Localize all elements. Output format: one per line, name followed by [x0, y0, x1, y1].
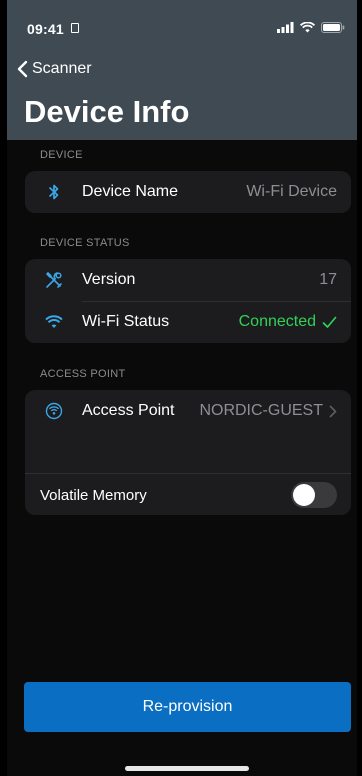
device-status-card: Version 17 Wi-Fi Status Connected: [25, 259, 351, 343]
back-button[interactable]: Scanner: [17, 60, 92, 78]
notification-icon: [71, 23, 79, 33]
reprovision-button[interactable]: Re-provision: [24, 682, 351, 732]
nav-header: 09:41 Scanner Device Info: [7, 0, 357, 140]
device-name-row: Device Name Wi-Fi Device: [25, 171, 351, 213]
tools-icon: [43, 269, 65, 291]
version-label: Version: [82, 271, 136, 288]
volatile-memory-row: Volatile Memory: [25, 474, 351, 515]
status-icons: [277, 22, 345, 33]
section-header-access-point: ACCESS POINT: [40, 368, 126, 380]
wifi-status-text: Connected: [238, 313, 316, 330]
section-header-device: DEVICE: [40, 149, 83, 161]
home-indicator[interactable]: [125, 766, 249, 771]
back-label: Scanner: [32, 60, 92, 77]
version-row: Version 17: [25, 259, 351, 301]
app-screen: 09:41 Scanner Device Info DEVICE Device …: [7, 0, 357, 776]
chevron-left-icon: [17, 60, 28, 78]
device-name-label: Device Name: [82, 183, 179, 200]
bluetooth-icon: [43, 181, 65, 203]
wifi-status-label: Wi-Fi Status: [82, 313, 170, 330]
wifi-status-value: Connected: [239, 313, 337, 331]
device-name-value: Wi-Fi Device: [246, 183, 337, 200]
access-point-text: NORDIC-GUEST: [199, 402, 323, 419]
version-value: 17: [319, 271, 337, 288]
battery-icon: [321, 22, 345, 33]
wifi-icon: [300, 22, 315, 33]
wifi-icon: [43, 311, 65, 333]
access-point-card: Access Point NORDIC-GUEST Volatile Memor…: [25, 390, 351, 515]
signal-icon: [277, 22, 294, 33]
chevron-right-icon: [329, 405, 337, 417]
status-time: 09:41: [27, 21, 64, 37]
section-header-device-status: DEVICE STATUS: [40, 237, 130, 249]
wifi-status-row: Wi-Fi Status Connected: [25, 301, 351, 343]
volatile-memory-label: Volatile Memory: [40, 486, 147, 504]
access-point-row[interactable]: Access Point NORDIC-GUEST: [25, 390, 351, 432]
access-point-value: NORDIC-GUEST: [199, 402, 337, 420]
page-title: Device Info: [24, 94, 190, 129]
wifi-circle-icon: [43, 400, 65, 422]
toggle-knob: [293, 484, 315, 506]
device-card: Device Name Wi-Fi Device: [25, 171, 351, 213]
checkmark-icon: [322, 316, 337, 328]
volatile-memory-toggle[interactable]: [291, 482, 337, 508]
access-point-label: Access Point: [82, 402, 175, 419]
